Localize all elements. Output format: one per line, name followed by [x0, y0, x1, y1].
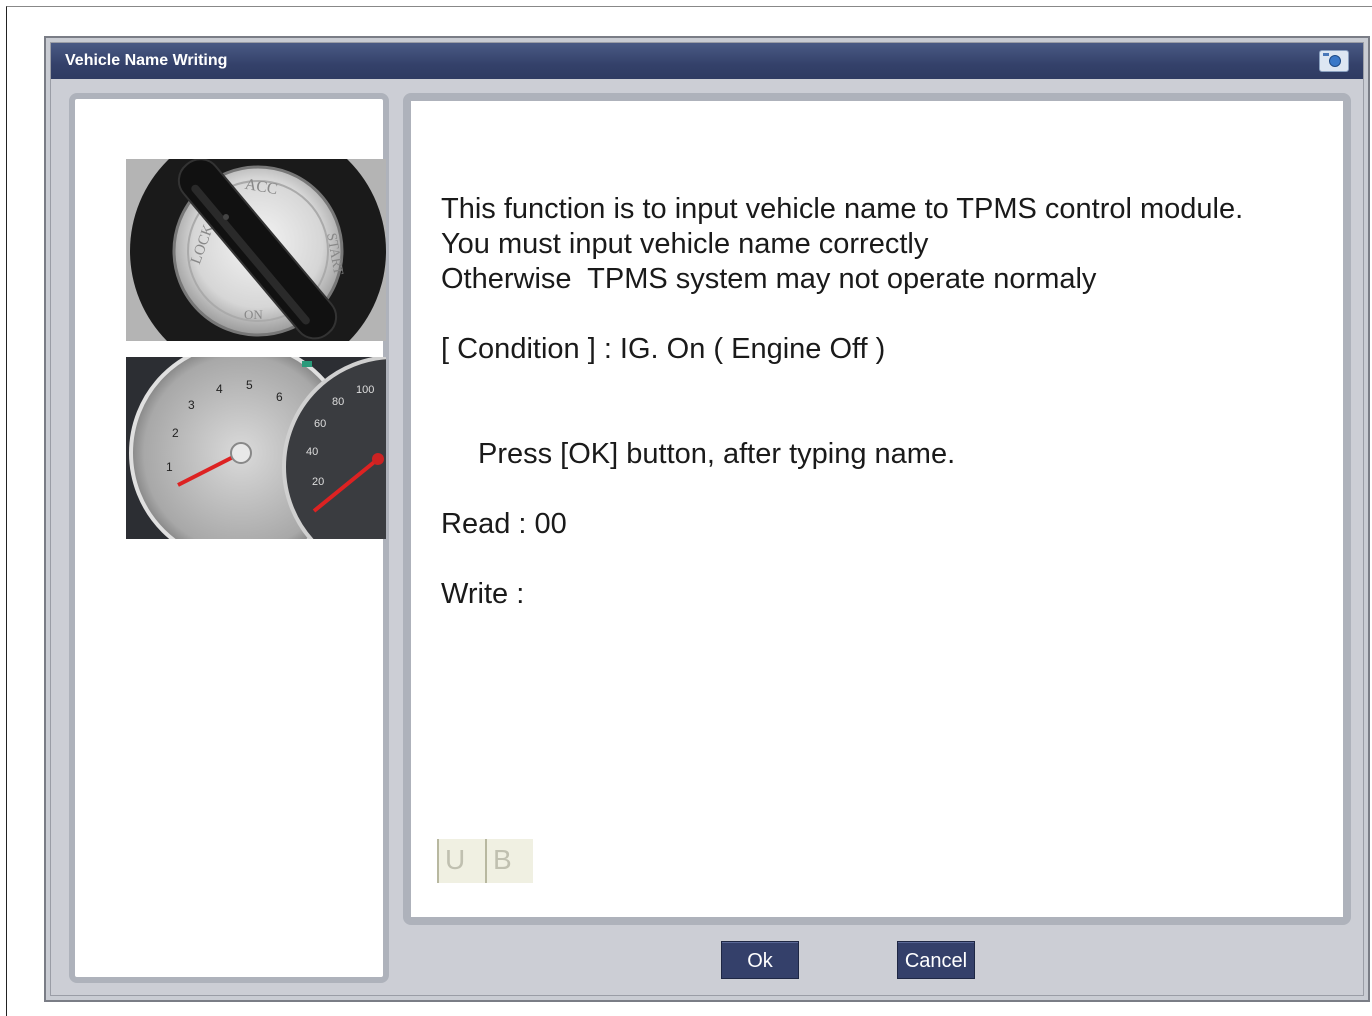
ignition-switch-image: ACC LOCK START ON [126, 159, 386, 341]
write-label: Write : [441, 578, 525, 610]
cancel-button[interactable]: Cancel [897, 941, 975, 979]
ok-button[interactable]: Ok [721, 941, 799, 979]
speed-label-60: 60 [314, 418, 326, 430]
vehicle-name-input-group: U B [437, 839, 533, 883]
message-line-1: This function is to input vehicle name t… [441, 193, 1244, 225]
tach-label-4: 4 [216, 382, 223, 396]
tach-label-5: 5 [246, 378, 253, 392]
window-title: Vehicle Name Writing [65, 52, 228, 69]
ign-label-on: ON [244, 307, 263, 322]
tach-label-2: 2 [172, 426, 179, 440]
left-image-panel: ACC LOCK START ON 1 2 3 4 5 6 20 40 60 8… [69, 93, 389, 983]
tach-label-1: 1 [166, 460, 173, 474]
tach-label-3: 3 [188, 398, 195, 412]
camera-icon[interactable] [1319, 50, 1349, 72]
dialog-body: Vehicle Name Writing ACC LOCK START ON 1… [50, 42, 1364, 996]
dialog-window: Vehicle Name Writing ACC LOCK START ON 1… [44, 36, 1370, 1002]
message-panel: This function is to input vehicle name t… [403, 93, 1351, 925]
condition-text: [ Condition ] : IG. On ( Engine Off ) [441, 333, 886, 365]
speed-label-20: 20 [312, 476, 324, 488]
vehicle-name-char-2[interactable]: B [485, 839, 533, 883]
speed-label-80: 80 [332, 396, 344, 408]
read-value: Read : 00 [441, 508, 567, 540]
tach-label-6: 6 [276, 390, 283, 404]
vehicle-name-char-1[interactable]: U [437, 839, 485, 883]
instruction-text: Press [OK] button, after typing name. [478, 438, 956, 470]
message-line-2: You must input vehicle name correctly [441, 228, 929, 260]
instrument-cluster-image: 1 2 3 4 5 6 20 40 60 80 100 [126, 357, 386, 539]
title-bar: Vehicle Name Writing [51, 43, 1363, 79]
message-line-3: Otherwise TPMS system may not operate no… [441, 263, 1097, 295]
speed-label-40: 40 [306, 446, 318, 458]
speed-label-100: 100 [356, 384, 374, 396]
